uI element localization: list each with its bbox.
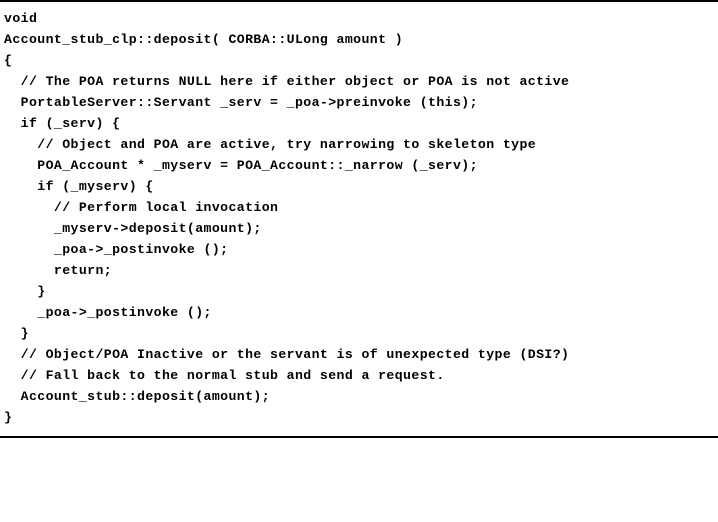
code-line: // Object/POA Inactive or the servant is… [4,344,714,365]
code-line: } [4,323,714,344]
code-line: { [4,50,714,71]
code-line: PortableServer::Servant _serv = _poa->pr… [4,92,714,113]
code-line: POA_Account * _myserv = POA_Account::_na… [4,155,714,176]
code-line: _poa->_postinvoke (); [4,302,714,323]
code-listing: voidAccount_stub_clp::deposit( CORBA::UL… [4,8,714,428]
code-line: // Object and POA are active, try narrow… [4,134,714,155]
code-line: // Perform local invocation [4,197,714,218]
code-line: if (_serv) { [4,113,714,134]
code-line: Account_stub_clp::deposit( CORBA::ULong … [4,29,714,50]
code-listing-frame: voidAccount_stub_clp::deposit( CORBA::UL… [0,0,718,438]
code-line: // The POA returns NULL here if either o… [4,71,714,92]
code-line: _poa->_postinvoke (); [4,239,714,260]
code-line: void [4,8,714,29]
code-line: Account_stub::deposit(amount); [4,386,714,407]
code-line: return; [4,260,714,281]
code-line: } [4,281,714,302]
code-line: } [4,407,714,428]
code-line: _myserv->deposit(amount); [4,218,714,239]
code-line: // Fall back to the normal stub and send… [4,365,714,386]
code-line: if (_myserv) { [4,176,714,197]
